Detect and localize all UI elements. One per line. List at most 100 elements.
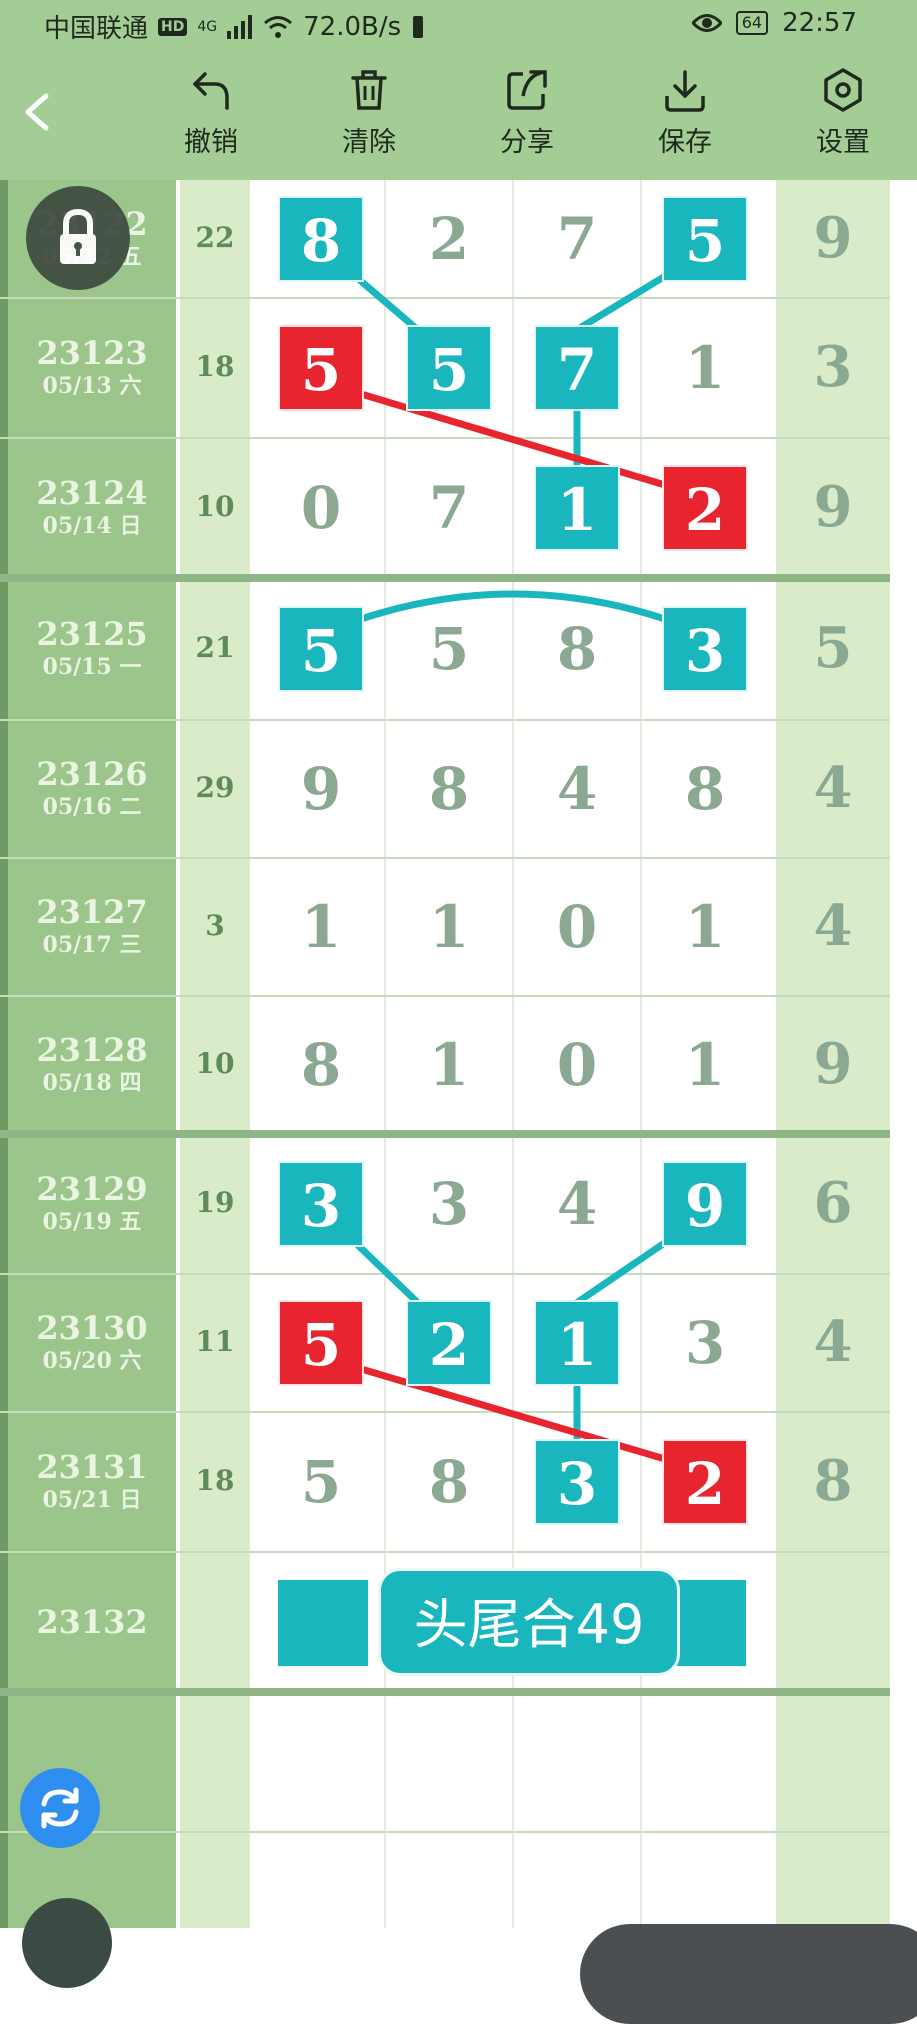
issue-date: 05/15 一 — [42, 654, 142, 680]
digit-cell[interactable]: 9 — [662, 1161, 748, 1247]
refresh-icon — [41, 1787, 79, 1829]
digit-cell[interactable]: 5 — [278, 1300, 364, 1386]
issue-number: 23128 — [36, 1031, 148, 1069]
digit-cell[interactable]: 5 — [662, 196, 748, 282]
issue-number: 23125 — [36, 615, 148, 653]
digit-cell[interactable]: 8 — [534, 606, 620, 692]
digit-cell[interactable]: 3 — [278, 1161, 364, 1247]
issue-cell: 23131 05/21 日 — [8, 1449, 176, 1515]
issue-date: 05/17 三 — [42, 932, 142, 958]
sum-value: 19 — [195, 1186, 235, 1219]
issue-date: 05/13 六 — [42, 373, 142, 399]
sum-value: 10 — [195, 490, 235, 523]
floating-action-button[interactable] — [22, 1898, 112, 1988]
digit-cell[interactable]: 3 — [662, 606, 748, 692]
digit-cell[interactable]: 1 — [534, 465, 620, 551]
share-button[interactable]: 分享 — [472, 66, 582, 176]
digit-cell[interactable]: 5 — [406, 325, 492, 411]
digit-cell[interactable]: 5 — [406, 606, 492, 692]
sum-value: 18 — [195, 350, 235, 383]
digit-cell[interactable]: 8 — [278, 196, 364, 282]
digit-cell[interactable]: 3 — [662, 1300, 748, 1386]
network-type: 4G — [197, 18, 218, 35]
clear-button[interactable]: 清除 — [314, 66, 424, 176]
save-label: 保存 — [658, 127, 712, 158]
tail-value: 4 — [813, 893, 853, 959]
issue-cell: 23132 — [8, 1604, 176, 1640]
digit-cell[interactable]: 7 — [534, 196, 620, 282]
digit-cell[interactable]: 0 — [278, 465, 364, 551]
undo-icon — [193, 72, 229, 110]
notification-icon — [413, 15, 424, 38]
digit-cell[interactable]: 1 — [534, 1300, 620, 1386]
issue-cell: 23123 05/13 六 — [8, 335, 176, 401]
digit-cell[interactable]: 8 — [278, 1022, 364, 1108]
row-divider — [0, 1831, 890, 1833]
digit-cell[interactable]: 1 — [662, 325, 748, 411]
refresh-button[interactable] — [20, 1768, 100, 1848]
digit-cell[interactable]: 1 — [662, 884, 748, 970]
issue-cell: 23128 05/18 四 — [8, 1032, 176, 1098]
undo-button[interactable]: 撤销 — [156, 66, 266, 176]
issue-cell: 23129 05/19 五 — [8, 1171, 176, 1237]
digit-cell[interactable]: 9 — [278, 746, 364, 832]
digit-cell[interactable]: 1 — [662, 1022, 748, 1108]
share-label: 分享 — [500, 127, 554, 158]
tail-value: 3 — [813, 334, 853, 400]
digit-cell[interactable]: 1 — [406, 1022, 492, 1108]
digit-cell[interactable]: 3 — [406, 1161, 492, 1247]
tail-value: 9 — [813, 205, 853, 271]
digit-cell[interactable]: 5 — [278, 1439, 364, 1525]
status-left: 中国联通 HD 4G 72.0B/s — [44, 8, 425, 45]
digit-cell[interactable]: 4 — [534, 1161, 620, 1247]
clock: 22:57 — [782, 8, 857, 38]
share-icon — [507, 70, 547, 110]
tail-value: 4 — [813, 1309, 853, 1375]
digit-cell[interactable]: 1 — [406, 884, 492, 970]
digit-cell[interactable]: 7 — [406, 465, 492, 551]
digit-cell[interactable]: 1 — [278, 884, 364, 970]
issue-date: 05/20 六 — [42, 1348, 142, 1374]
digit-cell[interactable]: 8 — [406, 746, 492, 832]
signal-icon — [227, 14, 253, 39]
placeholder-block-left — [278, 1580, 368, 1666]
issue-number: 23123 — [36, 334, 148, 372]
issue-cell: 23125 05/15 一 — [8, 616, 176, 682]
digit-cell[interactable]: 0 — [534, 884, 620, 970]
status-bar: 中国联通 HD 4G 72.0B/s 64 22:57 — [0, 0, 917, 52]
issue-date: 05/18 四 — [42, 1070, 142, 1096]
sum-value: 29 — [195, 771, 235, 804]
trash-icon — [351, 70, 387, 110]
clear-label: 清除 — [342, 127, 396, 158]
lock-button[interactable] — [26, 186, 130, 290]
digit-cell[interactable]: 5 — [278, 606, 364, 692]
lock-icon — [60, 208, 96, 264]
digit-cell[interactable]: 8 — [662, 746, 748, 832]
settings-button[interactable]: 设置 — [788, 66, 898, 176]
digit-cell[interactable]: 2 — [662, 465, 748, 551]
issue-number: 23131 — [36, 1448, 148, 1486]
tail-value: 8 — [813, 1448, 853, 1514]
digit-cell[interactable]: 5 — [278, 325, 364, 411]
download-icon — [665, 70, 705, 112]
undo-label: 撤销 — [184, 127, 238, 158]
wifi-icon — [264, 15, 293, 38]
digit-cell[interactable]: 3 — [534, 1439, 620, 1525]
save-button[interactable]: 保存 — [630, 66, 740, 176]
tail-value: 6 — [813, 1170, 853, 1236]
issue-cell: 23126 05/16 二 — [8, 756, 176, 822]
bottom-overlay-panel[interactable] — [580, 1924, 917, 2024]
digit-cell[interactable]: 2 — [662, 1439, 748, 1525]
digit-cell[interactable]: 0 — [534, 1022, 620, 1108]
issue-date: 05/14 日 — [42, 513, 142, 539]
digit-cell[interactable]: 2 — [406, 1300, 492, 1386]
digit-cell[interactable]: 7 — [534, 325, 620, 411]
back-arrow-icon[interactable] — [18, 92, 58, 132]
digit-cell[interactable]: 4 — [534, 746, 620, 832]
sum-value: 18 — [195, 1464, 235, 1497]
settings-icon — [824, 68, 862, 112]
net-speed: 72.0B/s — [303, 11, 402, 42]
digit-cell[interactable]: 2 — [406, 196, 492, 282]
digit-cell[interactable]: 8 — [406, 1439, 492, 1525]
tail-value: 4 — [813, 755, 853, 821]
